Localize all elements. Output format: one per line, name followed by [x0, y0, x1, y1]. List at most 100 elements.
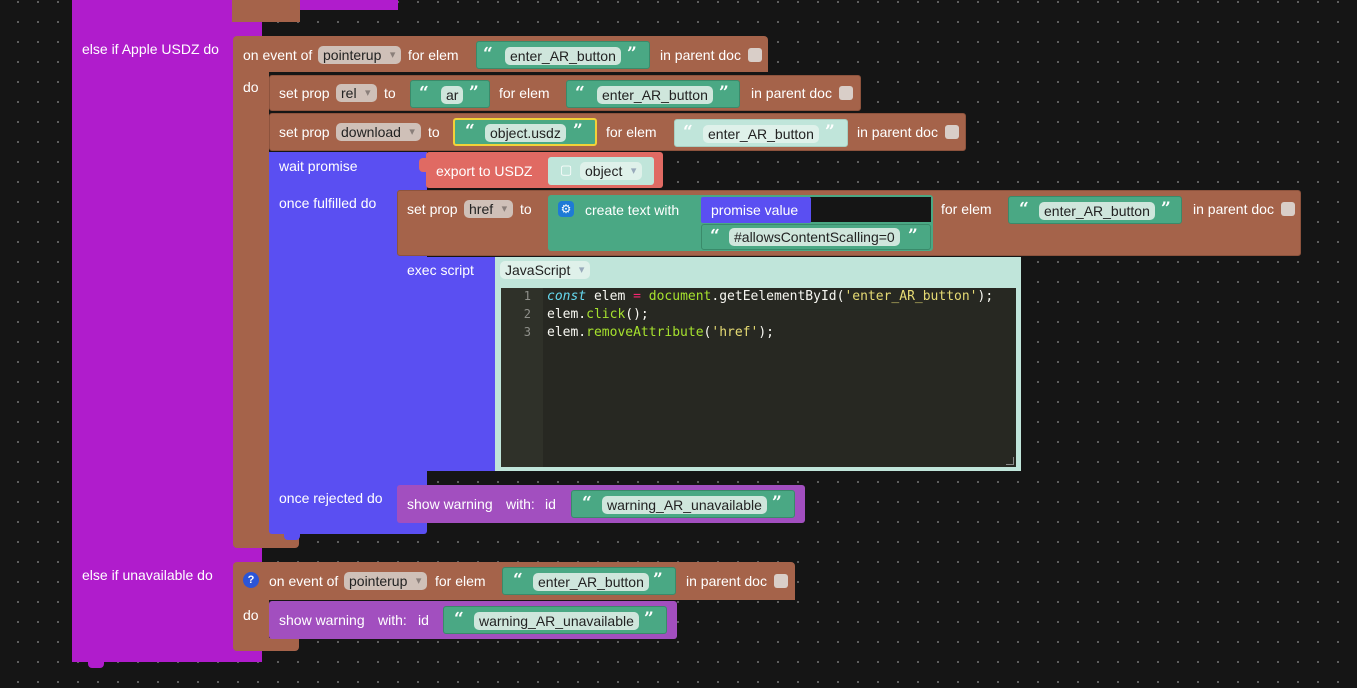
exec-script-label: exec script	[407, 262, 474, 278]
on-event-label: on event of	[243, 47, 313, 63]
in-parent-doc-checkbox[interactable]	[839, 86, 853, 100]
once-rejected-label: once rejected do	[279, 490, 383, 506]
script-language-dropdown[interactable]: JavaScript	[500, 261, 591, 279]
cube-icon: ▢	[560, 162, 573, 177]
code-token: removeAttribute	[586, 325, 704, 340]
to-label: to	[520, 201, 532, 217]
close-quote-icon: ”	[772, 493, 782, 513]
close-quote-icon: ”	[719, 83, 729, 103]
set-prop-label: set prop	[279, 124, 330, 140]
prop-href-dropdown[interactable]: href	[464, 200, 514, 218]
close-quote-icon: ”	[908, 226, 918, 246]
warning-id-value[interactable]: warning_AR_unavailable	[602, 496, 767, 514]
exec-script-block[interactable]	[397, 257, 507, 471]
download-value[interactable]: object.usdz	[485, 124, 566, 142]
close-quote-icon: ”	[644, 609, 654, 629]
elem-id-value[interactable]: enter_AR_button	[597, 86, 713, 104]
code-token: elem.	[547, 307, 587, 322]
id-label: id	[418, 612, 429, 628]
in-parent-doc-label: in parent doc	[660, 47, 741, 63]
warning-id-value[interactable]: warning_AR_unavailable	[474, 612, 639, 630]
code-editor[interactable]: 1 2 3 const elem = document.getEelementB…	[501, 288, 1016, 467]
open-quote-icon: “	[454, 609, 464, 629]
do-label: do	[243, 79, 259, 95]
code-line: const elem = document.getEelementById('e…	[547, 288, 993, 306]
rel-value-string-block[interactable]: “ ar ”	[410, 80, 490, 108]
if-block-notch	[88, 662, 104, 668]
elem-id-value[interactable]: enter_AR_button	[703, 125, 819, 143]
in-parent-doc-checkbox[interactable]	[748, 48, 762, 62]
once-fulfilled-label: once fulfilled do	[279, 195, 377, 211]
elem-id-value[interactable]: enter_AR_button	[505, 47, 621, 65]
code-token: click	[586, 307, 626, 322]
open-quote-icon: “	[513, 570, 523, 590]
download-value-string-block[interactable]: “ object.usdz ”	[453, 118, 597, 146]
for-elem-label: for elem	[435, 573, 486, 589]
resize-handle-icon[interactable]	[1006, 457, 1014, 465]
on-event-label: on event of	[269, 573, 339, 589]
with-label: with:	[506, 496, 535, 512]
elem-id-string-block[interactable]: “ enter_AR_button ”	[502, 567, 676, 595]
elem-id-string-block[interactable]: “ enter_AR_button ”	[674, 119, 848, 147]
close-quote-icon: ”	[825, 122, 835, 142]
create-text-slot-bg	[810, 197, 931, 222]
else-if-unavailable-label: else if unavailable do	[82, 567, 213, 583]
to-label: to	[384, 85, 396, 101]
open-quote-icon: “	[575, 83, 585, 103]
set-prop-label: set prop	[279, 85, 330, 101]
close-quote-icon: ”	[573, 121, 583, 141]
code-token: );	[977, 289, 994, 304]
in-parent-doc-label: in parent doc	[686, 573, 767, 589]
code-token: elem.	[547, 325, 587, 340]
open-quote-icon: “	[465, 121, 475, 141]
prop-rel-dropdown[interactable]: rel	[336, 84, 377, 102]
code-token: const	[547, 289, 587, 304]
code-line: elem.removeAttribute('href');	[547, 324, 774, 342]
in-parent-doc-checkbox[interactable]	[774, 574, 788, 588]
elem-id-value[interactable]: enter_AR_button	[533, 573, 649, 591]
for-elem-label: for elem	[499, 85, 550, 101]
in-parent-doc-label: in parent doc	[1193, 201, 1274, 217]
with-label: with:	[378, 612, 407, 628]
for-elem-label: for elem	[606, 124, 657, 140]
rel-value[interactable]: ar	[441, 86, 464, 104]
else-if-usdz-label: else if Apple USDZ do	[82, 41, 219, 57]
prop-download-dropdown[interactable]: download	[336, 123, 421, 141]
warning-id-string-block[interactable]: “ warning_AR_unavailable ”	[571, 490, 795, 518]
on-event-usdz-body-left	[233, 72, 269, 537]
event-type-dropdown[interactable]: pointerup	[318, 46, 402, 64]
set-prop-label: set prop	[407, 201, 458, 217]
export-usdz-label: export to USDZ	[436, 163, 533, 179]
allows-scaling-value[interactable]: #allowsContentScalling=0	[729, 228, 900, 246]
elem-id-string-block[interactable]: “ enter_AR_button ”	[476, 41, 650, 69]
do-label: do	[243, 607, 259, 623]
open-quote-icon: “	[483, 44, 493, 64]
create-text-label: create text with	[585, 202, 680, 218]
allows-scaling-string-block[interactable]: “ #allowsContentScalling=0 ”	[701, 224, 931, 250]
elem-id-string-block[interactable]: “ enter_AR_button ”	[1008, 196, 1182, 224]
in-parent-doc-label: in parent doc	[857, 124, 938, 140]
id-label: id	[545, 496, 556, 512]
gear-icon[interactable]: ⚙	[558, 201, 574, 217]
previous-statement-tail	[232, 0, 300, 22]
for-elem-label: for elem	[941, 201, 992, 217]
show-warning-label: show warning	[407, 496, 493, 512]
elem-id-string-block[interactable]: “ enter_AR_button ”	[566, 80, 740, 108]
code-token: elem	[586, 289, 634, 304]
open-quote-icon: “	[1019, 199, 1029, 219]
elem-id-value[interactable]: enter_AR_button	[1039, 202, 1155, 220]
object-dropdown[interactable]: object	[580, 162, 643, 180]
in-parent-doc-checkbox[interactable]	[945, 125, 959, 139]
warning-id-string-block[interactable]: “ warning_AR_unavailable ”	[443, 606, 667, 634]
export-connector	[419, 158, 427, 172]
help-icon[interactable]: ?	[243, 572, 259, 588]
wait-promise-label: wait promise	[279, 158, 358, 174]
code-token: );	[758, 325, 774, 340]
in-parent-doc-checkbox[interactable]	[1281, 202, 1295, 216]
code-token: .getEelementById(	[711, 289, 845, 304]
line-number: 3	[523, 325, 531, 339]
event-type-dropdown[interactable]: pointerup	[344, 572, 428, 590]
line-number: 2	[523, 307, 531, 321]
close-quote-icon: ”	[627, 44, 637, 64]
